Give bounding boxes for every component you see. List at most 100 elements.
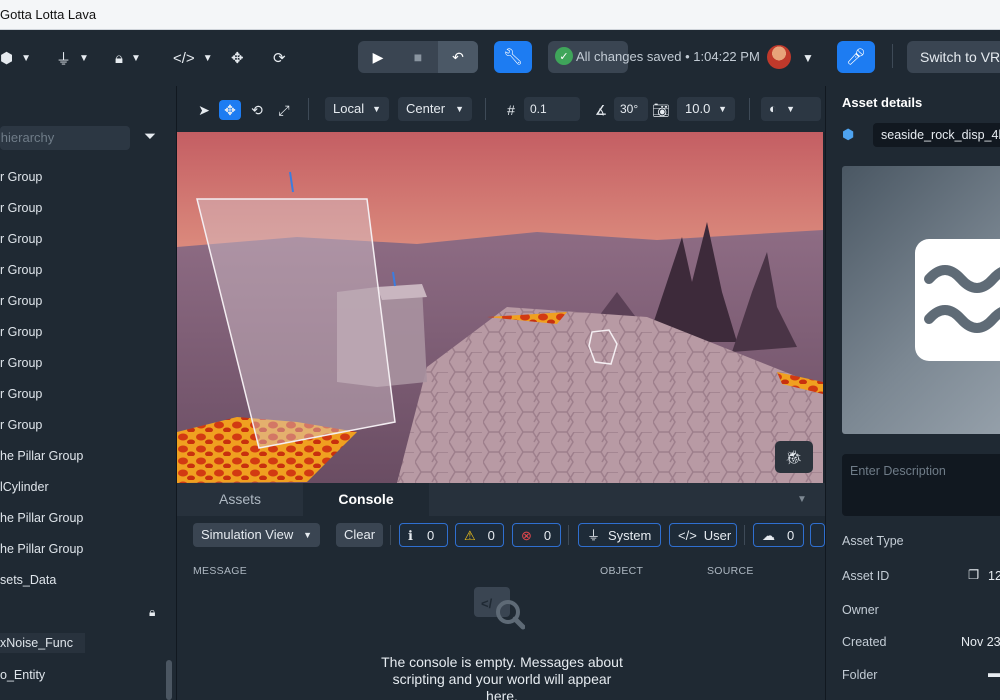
playback-controls: ▶ ■ ↶ <box>358 41 478 73</box>
select-cursor-icon[interactable]: ➤ <box>193 100 215 120</box>
list-item[interactable]: r Group <box>0 198 42 218</box>
window-title-bar: Gotta Lotta Lava <box>0 0 1000 30</box>
space-select[interactable]: Local ▼ <box>325 97 389 121</box>
bottom-tabs: Assets Console ▼ <box>177 483 825 516</box>
chevron-down-icon[interactable]: ▼ <box>802 44 814 72</box>
code-menu-icon[interactable]: </> ▼ <box>173 44 213 72</box>
hierarchy-search-input[interactable]: Search hierarchy <box>0 126 130 150</box>
rotate-tool-icon[interactable]: ⟲ <box>246 100 268 120</box>
column-header-message: MESSAGE <box>193 565 248 577</box>
list-item[interactable]: sets_Data <box>0 570 56 590</box>
empty-console-message: The console is empty. Messages about scr… <box>381 654 623 700</box>
column-header-source: SOURCE <box>707 565 754 577</box>
rotation-snap-input[interactable]: 30° <box>614 97 648 121</box>
build-tools-button[interactable]: 🔧︎ <box>494 41 532 73</box>
hierarchy-panel: Search hierarchy ⏷ r Group r Group r Gro… <box>0 86 177 700</box>
camera-icon[interactable]: 📷︎ <box>650 100 672 120</box>
avatar[interactable] <box>767 45 791 69</box>
stop-button[interactable]: ■ <box>398 41 438 73</box>
code-icon: </> <box>678 528 697 543</box>
move-tool-icon[interactable]: ✥ <box>219 100 241 120</box>
scene-viewport[interactable]: 🐞︎ <box>177 132 823 483</box>
list-item[interactable]: lCylinder <box>0 477 49 497</box>
asset-id-value: 12 <box>988 569 1000 583</box>
mic-mute-button[interactable]: 🎤︎ <box>837 41 875 73</box>
grid-snap-icon[interactable]: # <box>500 100 522 120</box>
pivot-select[interactable]: Center ▼ <box>398 97 472 121</box>
simulation-view-select[interactable]: Simulation View ▼ <box>193 523 320 547</box>
created-label: Created <box>842 635 887 649</box>
list-item[interactable]: he Pillar Group <box>0 508 83 528</box>
list-item[interactable]: r Group <box>0 260 42 280</box>
reset-button[interactable]: ↶ <box>438 41 478 73</box>
scale-tool-icon[interactable]: ⤢ <box>273 100 295 120</box>
folder-label: Folder <box>842 668 878 682</box>
collapse-chevron-icon[interactable]: ▼ <box>797 494 807 505</box>
system-icon: ⏚ <box>587 528 601 543</box>
folder-icon[interactable]: ▬ <box>988 666 1000 680</box>
move-icon[interactable]: ✥ <box>231 44 244 72</box>
scene-render <box>177 132 823 483</box>
wrench-icon: 🔧︎ <box>502 49 524 66</box>
lock-icon[interactable]: 🔒︎ <box>149 605 155 620</box>
divider <box>308 98 309 120</box>
hierarchy-menu-icon[interactable]: ⏚ ▼ <box>56 44 89 72</box>
viewport-toolbar: ➤ ✥ ⟲ ⤢ Local ▼ Center ▼ # 0.1 ∡ 30° 📷︎ 10… <box>177 86 825 132</box>
warning-filter-button[interactable]: ⚠ 0 <box>455 523 504 547</box>
list-item[interactable]: r Group <box>0 384 42 404</box>
list-item[interactable]: r Group <box>0 167 42 187</box>
render-mode-select[interactable]: ◐ ▼ <box>761 97 821 121</box>
list-item[interactable]: he Pillar Group <box>0 539 83 559</box>
user-filter-button[interactable]: </> User <box>669 523 737 547</box>
list-item[interactable]: o_Entity <box>0 665 45 685</box>
divider <box>390 525 391 545</box>
console-panel: Assets Console ▼ Simulation View ▼ Clear … <box>177 483 825 700</box>
clear-button[interactable]: Clear <box>336 523 384 547</box>
list-item[interactable]: r Group <box>0 353 42 373</box>
switch-to-vr-button[interactable]: Switch to VR <box>907 41 1000 73</box>
tab-console[interactable]: Console <box>303 483 429 516</box>
list-item[interactable]: r Group <box>0 291 42 311</box>
copy-icon[interactable]: ❐ <box>968 567 979 582</box>
system-filter-button[interactable]: ⏚ System <box>578 523 661 547</box>
list-item[interactable]: he Pillar Group <box>0 446 83 466</box>
description-input[interactable]: Enter Description <box>842 454 1000 516</box>
created-value: Nov 23 <box>961 635 1000 649</box>
filter-icon[interactable]: ⏷ <box>144 128 156 145</box>
debug-bug-button[interactable]: 🐞︎ <box>775 441 813 473</box>
list-item[interactable]: xNoise_Func <box>0 633 85 653</box>
asset-preview <box>842 166 1000 434</box>
info-icon: ℹ <box>408 528 413 543</box>
list-item[interactable]: r Group <box>0 229 42 249</box>
hierarchy-scrollbar[interactable] <box>166 660 172 700</box>
svg-text:</: </ <box>481 596 493 611</box>
info-filter-button[interactable]: ℹ0 <box>399 523 448 547</box>
window-title: Gotta Lotta Lava <box>0 7 97 22</box>
divider <box>485 98 486 120</box>
texture-logo-icon <box>915 239 1000 361</box>
overflow-filter-button[interactable] <box>810 523 825 547</box>
save-status-text: All changes saved • 1:04:22 PM <box>576 49 760 64</box>
asset-details-panel: Asset details ⬢ seaside_rock_disp_4k Ent… <box>825 86 1000 700</box>
list-item[interactable]: r Group <box>0 415 42 435</box>
cloud-filter-button[interactable]: ☁ 0 <box>753 523 804 547</box>
divider <box>568 525 569 545</box>
mic-off-icon: 🎤︎ <box>845 49 867 66</box>
angle-snap-icon[interactable]: ∡ <box>590 100 612 120</box>
warning-icon: ⚠ <box>464 528 476 543</box>
play-button[interactable]: ▶ <box>358 41 398 73</box>
toolbar-divider <box>892 44 893 68</box>
asset-name-field[interactable]: seaside_rock_disp_4k <box>873 123 1000 147</box>
empty-console-icon: </ <box>474 587 525 630</box>
tab-assets[interactable]: Assets <box>177 483 303 516</box>
bug-icon: 🐞︎ <box>785 448 803 465</box>
list-item[interactable]: r Group <box>0 322 42 342</box>
sync-icon[interactable]: ⟳ <box>273 44 286 72</box>
camera-speed-select[interactable]: 10.0 ▼ <box>677 97 735 121</box>
cube-icon: ⬢ <box>842 126 855 142</box>
error-filter-button[interactable]: ⊗ 0 <box>512 523 561 547</box>
grid-snap-input[interactable]: 0.1 <box>524 97 580 121</box>
check-icon: ✓ <box>555 47 573 65</box>
lock-menu-icon[interactable]: 🔒︎ ▼ <box>115 44 141 72</box>
cube-menu-icon[interactable]: ⬢ ▼ <box>0 44 31 72</box>
